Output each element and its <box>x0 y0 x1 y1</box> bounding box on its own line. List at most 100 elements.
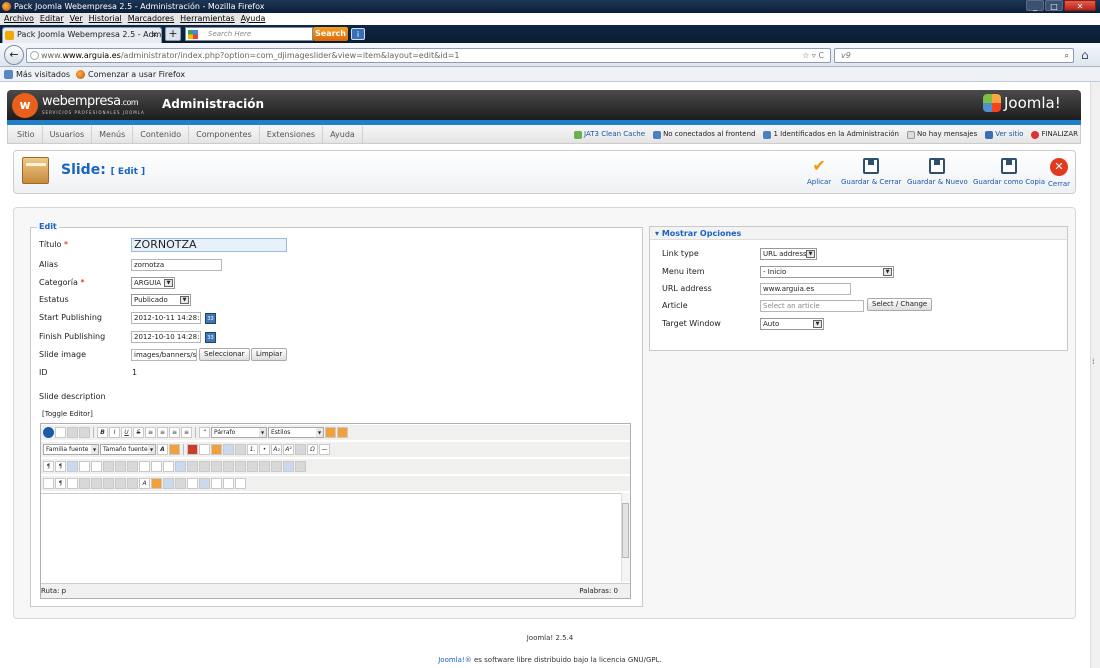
save-close-button[interactable]: Guardar & Cerrar <box>841 158 901 186</box>
apply-button[interactable]: ✔ Aplicar <box>807 158 831 187</box>
target-window-select[interactable]: Auto ▼ <box>760 318 824 330</box>
ordered-list-icon[interactable]: 1. <box>247 444 258 455</box>
paste-icon[interactable] <box>211 444 222 455</box>
rtl-icon[interactable]: ¶ <box>55 461 66 472</box>
redo-icon[interactable] <box>79 427 90 438</box>
outdent-icon[interactable] <box>235 444 246 455</box>
attribs-icon[interactable] <box>127 478 138 489</box>
article-input[interactable]: Select an article <box>760 300 864 312</box>
menu-item-select[interactable]: - Inicio ▼ <box>760 266 894 278</box>
emotions-icon[interactable] <box>151 478 162 489</box>
font-size-select[interactable]: Tamaño fuente ▼ <box>100 444 156 455</box>
url-input[interactable]: www.www.arguia.es/administrator/index.ph… <box>26 48 831 63</box>
code-icon[interactable] <box>187 478 198 489</box>
insert-row-icon[interactable] <box>235 461 246 472</box>
save-new-button[interactable]: Guardar & Nuevo <box>907 158 968 186</box>
ins-icon[interactable] <box>103 478 114 489</box>
italic-icon[interactable]: I <box>109 427 120 438</box>
horizontal-rule-icon[interactable]: — <box>319 444 330 455</box>
preview-icon[interactable] <box>187 461 198 472</box>
select-change-button[interactable]: Select / Change <box>867 298 933 311</box>
align-justify-icon[interactable]: ≡ <box>181 427 192 438</box>
font-color-icon[interactable]: A <box>157 444 168 455</box>
category-select[interactable]: ARGUIA ▼ <box>131 277 175 289</box>
alias-input[interactable]: zornotza <box>131 259 222 271</box>
subscript-icon[interactable]: A₂ <box>271 444 282 455</box>
blockformat-icon[interactable] <box>235 478 246 489</box>
home-icon[interactable]: ⌂ <box>1081 48 1089 62</box>
paragraph-icon[interactable]: ¶ <box>55 478 66 489</box>
browser-tab[interactable]: Pack Joomla Webempresa 2.5 - Adminis... … <box>2 27 162 43</box>
fullscreen-icon[interactable] <box>175 461 186 472</box>
clear-image-button[interactable]: Limpiar <box>251 348 288 361</box>
align-left-icon[interactable]: ≡ <box>145 427 156 438</box>
unlink-icon[interactable] <box>175 478 186 489</box>
view-site-link[interactable]: Ver sitio <box>985 126 1023 143</box>
save-copy-button[interactable]: Guardar como Copia <box>973 158 1045 186</box>
title-input[interactable]: ZORNOTZA <box>131 238 287 252</box>
font-family-select[interactable]: Familia fuente ▼ <box>43 444 99 455</box>
logout-link[interactable]: FINALIZAR <box>1031 126 1078 143</box>
calendar-icon[interactable]: 33 <box>205 313 216 324</box>
visual-aid-icon[interactable] <box>43 478 54 489</box>
status-select[interactable]: Publicado ▼ <box>131 294 191 306</box>
acronym-icon[interactable] <box>91 478 102 489</box>
bookmark-most-visited[interactable]: Más visitados <box>4 67 70 81</box>
close-window-icon[interactable]: ✕ <box>1064 0 1096 11</box>
spellcheck-icon[interactable] <box>211 478 222 489</box>
find-icon[interactable] <box>151 461 162 472</box>
image-icon[interactable] <box>67 461 78 472</box>
delete-row-icon[interactable] <box>247 461 258 472</box>
eraser-icon[interactable] <box>325 427 336 438</box>
toggle-editor-link[interactable]: [Toggle Editor] <box>42 410 93 418</box>
messages-status[interactable]: No hay mensajes <box>907 126 977 143</box>
calendar-icon[interactable]: 33 <box>205 332 216 343</box>
menu-ver[interactable]: Ver <box>70 13 83 25</box>
menu-usuarios[interactable]: Usuarios <box>43 126 93 143</box>
editor-scrollbar-thumb[interactable] <box>622 503 629 558</box>
browser-search-input[interactable]: v9 ⌕ <box>834 48 1074 63</box>
bookmark-star-icon[interactable]: ☆ ▿ C <box>802 49 824 62</box>
url-address-input[interactable]: www.arguia.es <box>760 283 851 295</box>
toolbar-search-button[interactable]: Search <box>313 27 348 41</box>
link-icon[interactable] <box>163 478 174 489</box>
menu-ayuda-admin[interactable]: Ayuda <box>323 126 363 143</box>
format-select[interactable]: Párrafo ▼ <box>211 427 267 438</box>
indent-icon[interactable] <box>223 444 234 455</box>
media-icon[interactable] <box>79 461 90 472</box>
cite-icon[interactable]: A <box>139 478 150 489</box>
row-props-icon[interactable] <box>211 461 222 472</box>
html-icon[interactable] <box>223 478 234 489</box>
start-publishing-input[interactable]: 2012-10-11 14:28:54 <box>131 312 201 324</box>
menu-contenido[interactable]: Contenido <box>133 126 190 143</box>
ltr-icon[interactable]: ¶ <box>43 461 54 472</box>
copy-icon[interactable] <box>199 444 210 455</box>
layer-icon[interactable] <box>103 461 114 472</box>
undo-icon[interactable] <box>67 427 78 438</box>
minimize-icon[interactable]: _ <box>1026 0 1044 11</box>
info-icon[interactable]: i <box>351 28 365 40</box>
split-cell-icon[interactable] <box>283 461 294 472</box>
menu-historial[interactable]: Historial <box>89 13 122 25</box>
close-button[interactable]: ✕ Cerrar <box>1048 158 1070 188</box>
tab-close-icon[interactable]: × <box>151 28 158 42</box>
page-scrollbar[interactable]: ⁞ <box>1090 82 1100 668</box>
special-char-icon[interactable]: Ω <box>307 444 318 455</box>
menu-extensiones[interactable]: Extensiones <box>260 126 324 143</box>
blockquote-icon[interactable]: “ <box>199 427 210 438</box>
superscript-icon[interactable]: A² <box>283 444 294 455</box>
underline-icon[interactable]: U <box>121 427 132 438</box>
search-icon[interactable]: ⌕ <box>1065 49 1069 62</box>
slide-image-input[interactable]: images/banners/shoj <box>131 349 197 361</box>
menu-menus[interactable]: Menús <box>92 126 134 143</box>
style-props-icon[interactable] <box>127 461 138 472</box>
merge-cell-icon[interactable] <box>295 461 306 472</box>
styles-select[interactable]: Estilos ▼ <box>268 427 324 438</box>
link-type-select[interactable]: URL address ▼ <box>760 248 817 260</box>
menu-archivo[interactable]: Archivo <box>4 13 34 25</box>
finish-publishing-input[interactable]: 2012-10-10 14:28:59 <box>131 331 201 343</box>
menu-componentes[interactable]: Componentes <box>189 126 260 143</box>
options-header[interactable]: ▾ Mostrar Opciones <box>650 227 1067 240</box>
back-button[interactable]: ← <box>4 45 24 65</box>
print-icon[interactable] <box>139 461 150 472</box>
